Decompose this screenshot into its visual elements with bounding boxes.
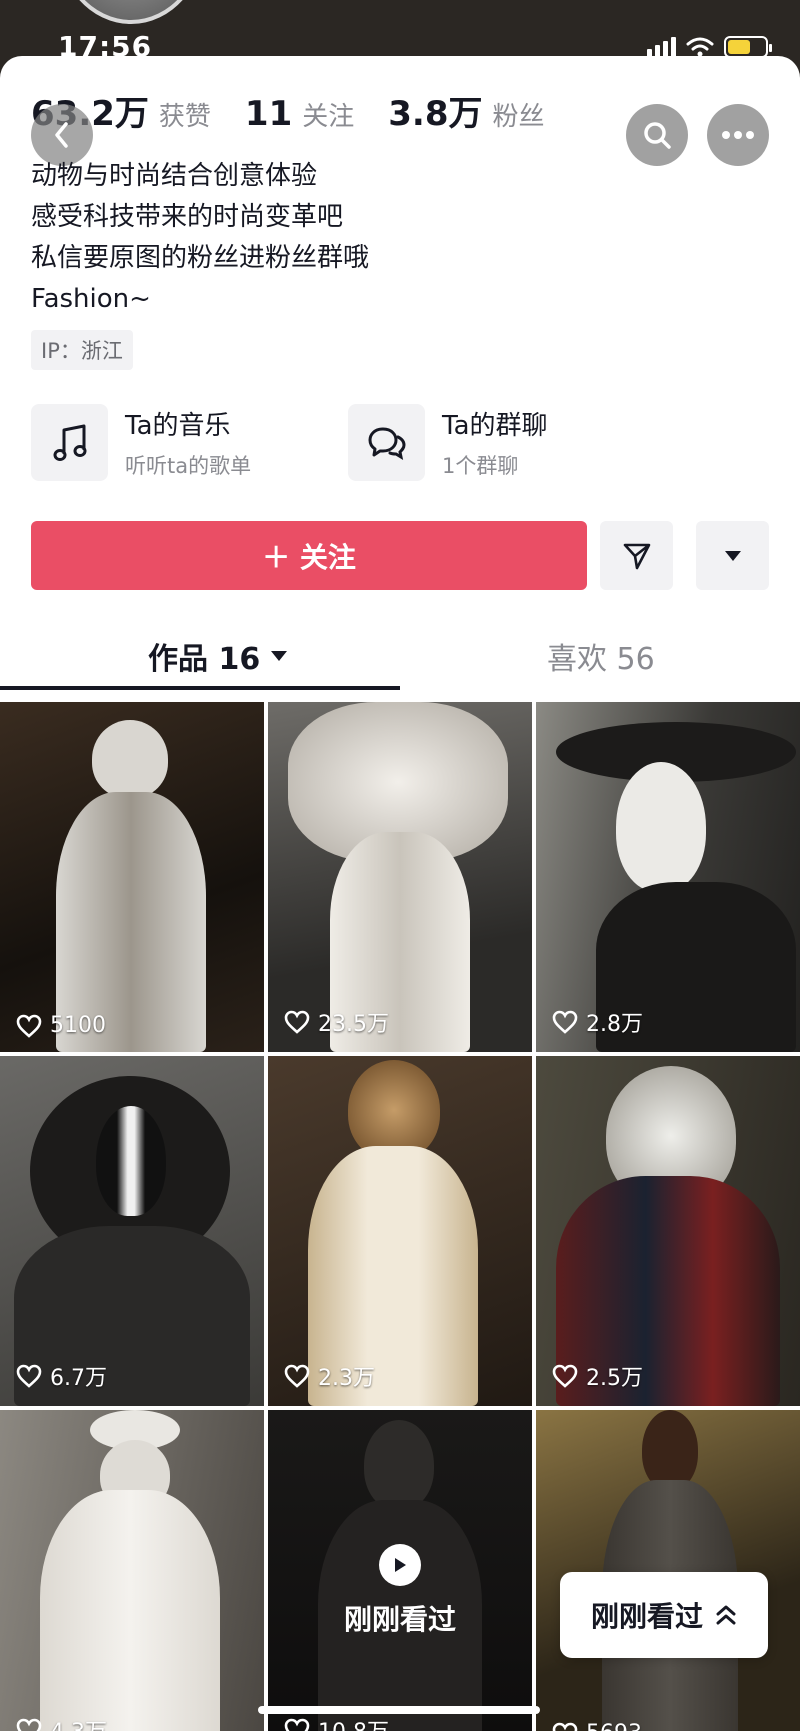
tab-label: 喜欢 56 <box>547 642 655 677</box>
more-dots-icon <box>722 131 754 139</box>
triangle-down-icon <box>271 651 288 661</box>
video-thumbnail[interactable]: 刚刚看过 10.8万 <box>268 1410 532 1731</box>
wifi-icon <box>686 37 714 57</box>
cellular-signal-icon <box>647 37 676 57</box>
like-count-text: 2.3万 <box>318 1366 375 1391</box>
bio-line: 动物与时尚结合创意体验 <box>31 161 318 191</box>
profile-bio: 动物与时尚结合创意体验 感受科技带来的时尚变革吧 私信要原图的粉丝进粉丝群哦 F… <box>31 156 369 320</box>
like-count-text: 5693 <box>586 1721 642 1731</box>
like-count: 10.8万 <box>284 1714 389 1731</box>
profile-stats: 63.2万 获赞 11 关注 3.8万 粉丝 <box>31 86 579 135</box>
like-count: 5693 <box>552 1721 642 1731</box>
follow-button[interactable]: ＋ 关注 <box>31 521 587 590</box>
heart-outline-icon <box>284 1364 310 1388</box>
like-count-text: 2.8万 <box>586 1012 643 1037</box>
heart-outline-icon <box>16 1364 42 1388</box>
thumbnail-art <box>268 702 532 1052</box>
video-thumbnail[interactable]: 2.5万 <box>536 1056 800 1406</box>
stat-label: 关注 <box>302 102 355 132</box>
ip-location-tag: IP：浙江 <box>31 330 133 370</box>
stat-value: 3.8万 <box>388 94 483 134</box>
like-count-text: 4.3万 <box>50 1714 107 1731</box>
play-icon <box>379 1544 421 1586</box>
like-count-text: 23.5万 <box>318 1012 389 1037</box>
feature-subtitle: 听听ta的歌单 <box>125 454 252 478</box>
recently-watched-label: 刚刚看过 <box>343 1603 456 1636</box>
chat-bubbles-icon <box>348 404 425 481</box>
like-count-text: 6.7万 <box>50 1366 107 1391</box>
video-thumbnail[interactable]: 4.3万 <box>0 1410 264 1731</box>
send-icon <box>623 543 650 569</box>
share-button[interactable] <box>600 521 673 590</box>
battery-icon <box>724 36 772 58</box>
video-thumbnail[interactable]: 2.8万 <box>536 702 800 1052</box>
thumbnail-art <box>0 1056 264 1406</box>
more-button[interactable] <box>707 104 769 166</box>
video-thumbnail[interactable]: 6.7万 <box>0 1056 264 1406</box>
thumbnail-art <box>268 1056 532 1406</box>
profile-sheet: 63.2万 获赞 11 关注 3.8万 粉丝 动物与时尚结合创意体验 感受科技带… <box>0 56 800 1731</box>
tab-likes[interactable]: 喜欢 56 <box>547 634 655 678</box>
status-bar: 17:56 <box>0 0 800 63</box>
stat-label: 获赞 <box>158 102 211 132</box>
heart-outline-icon <box>16 1718 42 1731</box>
like-count: 2.3万 <box>284 1360 375 1392</box>
recently-watched-pill-label: 刚刚看过 <box>590 1600 703 1633</box>
thumbnail-art <box>536 702 800 1052</box>
bio-line: 私信要原图的粉丝进粉丝群哦 <box>31 243 370 273</box>
stat-following[interactable]: 11 关注 <box>245 94 354 134</box>
feature-subtitle: 1个群聊 <box>442 454 519 478</box>
like-count-text: 5100 <box>50 1013 106 1038</box>
heart-outline-icon <box>552 1722 578 1731</box>
thumbnail-art <box>0 1410 264 1731</box>
heart-outline-icon <box>552 1010 578 1034</box>
feature-music[interactable]: Ta的音乐 听听ta的歌单 <box>31 404 251 481</box>
like-count: 4.3万 <box>16 1714 107 1731</box>
video-thumbnail[interactable]: 5693 <box>536 1410 800 1731</box>
recently-watched-overlay: 刚刚看过 <box>268 1410 532 1731</box>
dropdown-button[interactable] <box>696 521 769 590</box>
stat-followers[interactable]: 3.8万 粉丝 <box>388 86 544 135</box>
heart-outline-icon <box>284 1010 310 1034</box>
heart-outline-icon <box>552 1364 578 1388</box>
like-count: 2.5万 <box>552 1360 643 1392</box>
profile-avatar[interactable] <box>56 0 206 24</box>
tab-label: 作品 16 <box>148 642 261 677</box>
like-count-text: 2.5万 <box>586 1366 643 1391</box>
tab-works[interactable]: 作品 16 <box>148 634 288 678</box>
home-indicator <box>258 1706 540 1714</box>
like-count: 5100 <box>16 1013 106 1038</box>
video-thumbnail[interactable]: 2.3万 <box>268 1056 532 1406</box>
feature-group-chat[interactable]: Ta的群聊 1个群聊 <box>348 404 548 481</box>
feature-title: Ta的音乐 <box>125 411 231 441</box>
video-thumbnail[interactable]: 5100 <box>0 702 264 1052</box>
double-chevron-up-icon <box>716 1605 736 1625</box>
thumbnail-art <box>536 1056 800 1406</box>
tab-indicator <box>0 686 400 690</box>
bio-line: Fashion~ <box>31 284 151 314</box>
bio-line: 感受科技带来的时尚变革吧 <box>31 202 344 232</box>
chevron-left-icon <box>55 122 68 148</box>
stat-label: 粉丝 <box>492 102 545 132</box>
stat-value: 11 <box>244 94 293 134</box>
thumbnail-art <box>536 1410 800 1731</box>
like-count: 23.5万 <box>284 1006 389 1038</box>
search-icon <box>644 122 671 149</box>
music-note-icon <box>31 404 108 481</box>
profile-tabs: 作品 16 喜欢 56 <box>0 616 800 694</box>
recently-watched-button[interactable]: 刚刚看过 <box>560 1572 768 1658</box>
status-icons <box>647 36 772 58</box>
triangle-down-icon <box>724 550 741 561</box>
video-thumbnail[interactable]: 23.5万 <box>268 702 532 1052</box>
feature-title: Ta的群聊 <box>442 411 548 441</box>
like-count: 2.8万 <box>552 1006 643 1038</box>
search-button[interactable] <box>626 104 688 166</box>
thumbnail-art <box>0 702 264 1052</box>
heart-outline-icon <box>284 1718 310 1731</box>
like-count-text: 10.8万 <box>318 1714 389 1731</box>
like-count: 6.7万 <box>16 1360 107 1392</box>
heart-outline-icon <box>16 1014 42 1038</box>
